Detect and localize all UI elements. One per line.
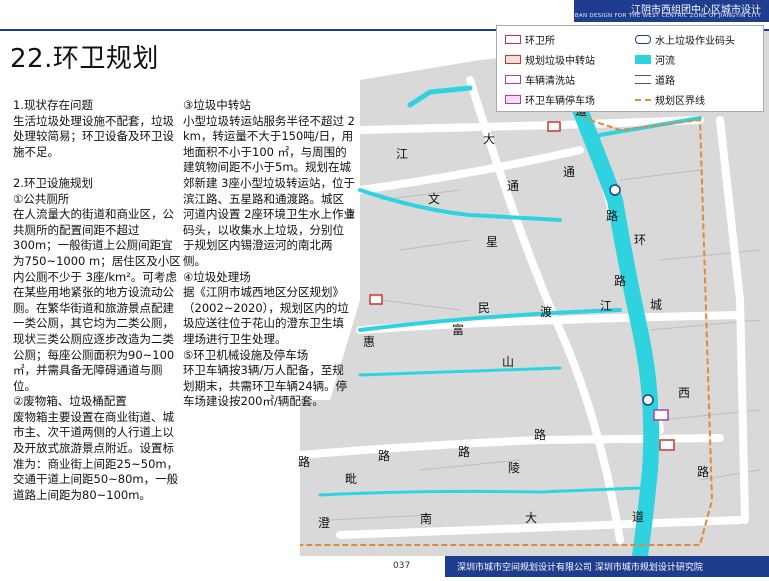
- map-label: 路: [458, 444, 470, 459]
- dock-icon: [635, 35, 651, 44]
- legend-item: 规划区界线: [635, 92, 705, 107]
- transfer-station-icon: [505, 55, 521, 64]
- map-label: 澄: [318, 515, 330, 530]
- map-label: 江: [396, 147, 408, 161]
- map-label: 路: [534, 427, 546, 442]
- legend-item: 环卫车辆停车场: [505, 92, 595, 107]
- map-label: 星: [486, 235, 498, 249]
- map-label: 西: [678, 386, 690, 400]
- dock-icon: [609, 184, 621, 196]
- page-number: 037: [393, 561, 411, 571]
- map-label: 惠: [363, 335, 375, 349]
- map-label: 江: [600, 299, 612, 313]
- map-label: 渡: [540, 304, 552, 319]
- page-title: 22.环卫规划: [10, 44, 159, 74]
- legend-label: 道路: [655, 76, 675, 87]
- legend-label: 车辆清洗站: [525, 76, 575, 87]
- map-label: 路: [614, 273, 626, 288]
- map-label: 南: [420, 511, 432, 526]
- legend-label: 规划区界线: [655, 96, 705, 107]
- map-label: 山: [502, 355, 514, 369]
- station-icon: [505, 35, 521, 44]
- map-label: 路: [606, 208, 618, 223]
- legend-item: 道路: [635, 72, 675, 87]
- map-label: 环: [634, 233, 646, 247]
- transfer-station-icon: [659, 439, 675, 451]
- map-label: 路: [378, 448, 390, 463]
- dock-icon: [642, 394, 654, 406]
- transfer-station-icon: [547, 121, 561, 132]
- map-label: 道: [632, 510, 644, 524]
- legend-label: 环卫所: [525, 36, 555, 47]
- legend-item: 环卫所: [505, 32, 555, 47]
- parking-icon: [653, 409, 669, 421]
- map-legend: 环卫所 水上垃圾作业码头 规划垃圾中转站 河流 车辆清洗站 道路 环卫车辆停车场…: [496, 25, 764, 112]
- map-label: 通: [507, 179, 519, 193]
- map-label: 路: [298, 454, 310, 469]
- map-label: 文: [428, 191, 440, 206]
- map-label: 城: [650, 298, 662, 312]
- road-swatch: [635, 75, 651, 84]
- parking-icon: [505, 95, 521, 104]
- boundary-swatch: [635, 98, 651, 101]
- legend-label: 环卫车辆停车场: [525, 96, 595, 107]
- text-right-column: ③垃圾中转站 小型垃圾转运站服务半径不超过 2 km，转运量不大于150吨/日，…: [183, 98, 355, 409]
- legend-item: 水上垃圾作业码头: [635, 32, 735, 47]
- legend-label: 水上垃圾作业码头: [655, 36, 735, 47]
- legend-label: 河流: [655, 56, 675, 67]
- map-label: 路: [697, 464, 709, 479]
- legend-item: 规划垃圾中转站: [505, 52, 595, 67]
- footer-text: 深圳市城市空间规划设计有限公司 深圳市城市规划设计研究院: [457, 563, 703, 573]
- map-label: 大: [483, 132, 495, 146]
- header-banner: 江阴市西组团中心区城市设计 URBAN DESIGN FOR THE WEST …: [566, 0, 769, 22]
- banner-subtitle: URBAN DESIGN FOR THE WEST CENTRIC ZONE O…: [566, 13, 761, 19]
- legend-label: 规划垃圾中转站: [525, 56, 595, 67]
- map-label: 毗: [345, 472, 357, 486]
- legend-item: 河流: [635, 52, 675, 67]
- transfer-station-icon: [369, 294, 383, 305]
- footer-bar: 深圳市城市空间规划设计有限公司 深圳市城市规划设计研究院: [445, 556, 769, 577]
- river-swatch: [635, 55, 651, 64]
- text-left-column: 1.现状存在问题 生活垃圾处理设施不配套，垃圾处理较简易；环卫设备及环卫设施不足…: [13, 98, 181, 502]
- wash-station-icon: [505, 75, 521, 84]
- map-label: 大: [525, 511, 537, 525]
- map-label: 民: [478, 301, 490, 315]
- map-label: 陵: [508, 461, 520, 475]
- map-label: 通: [563, 165, 575, 179]
- map-label: 富: [452, 322, 464, 337]
- legend-item: 车辆清洗站: [505, 72, 575, 87]
